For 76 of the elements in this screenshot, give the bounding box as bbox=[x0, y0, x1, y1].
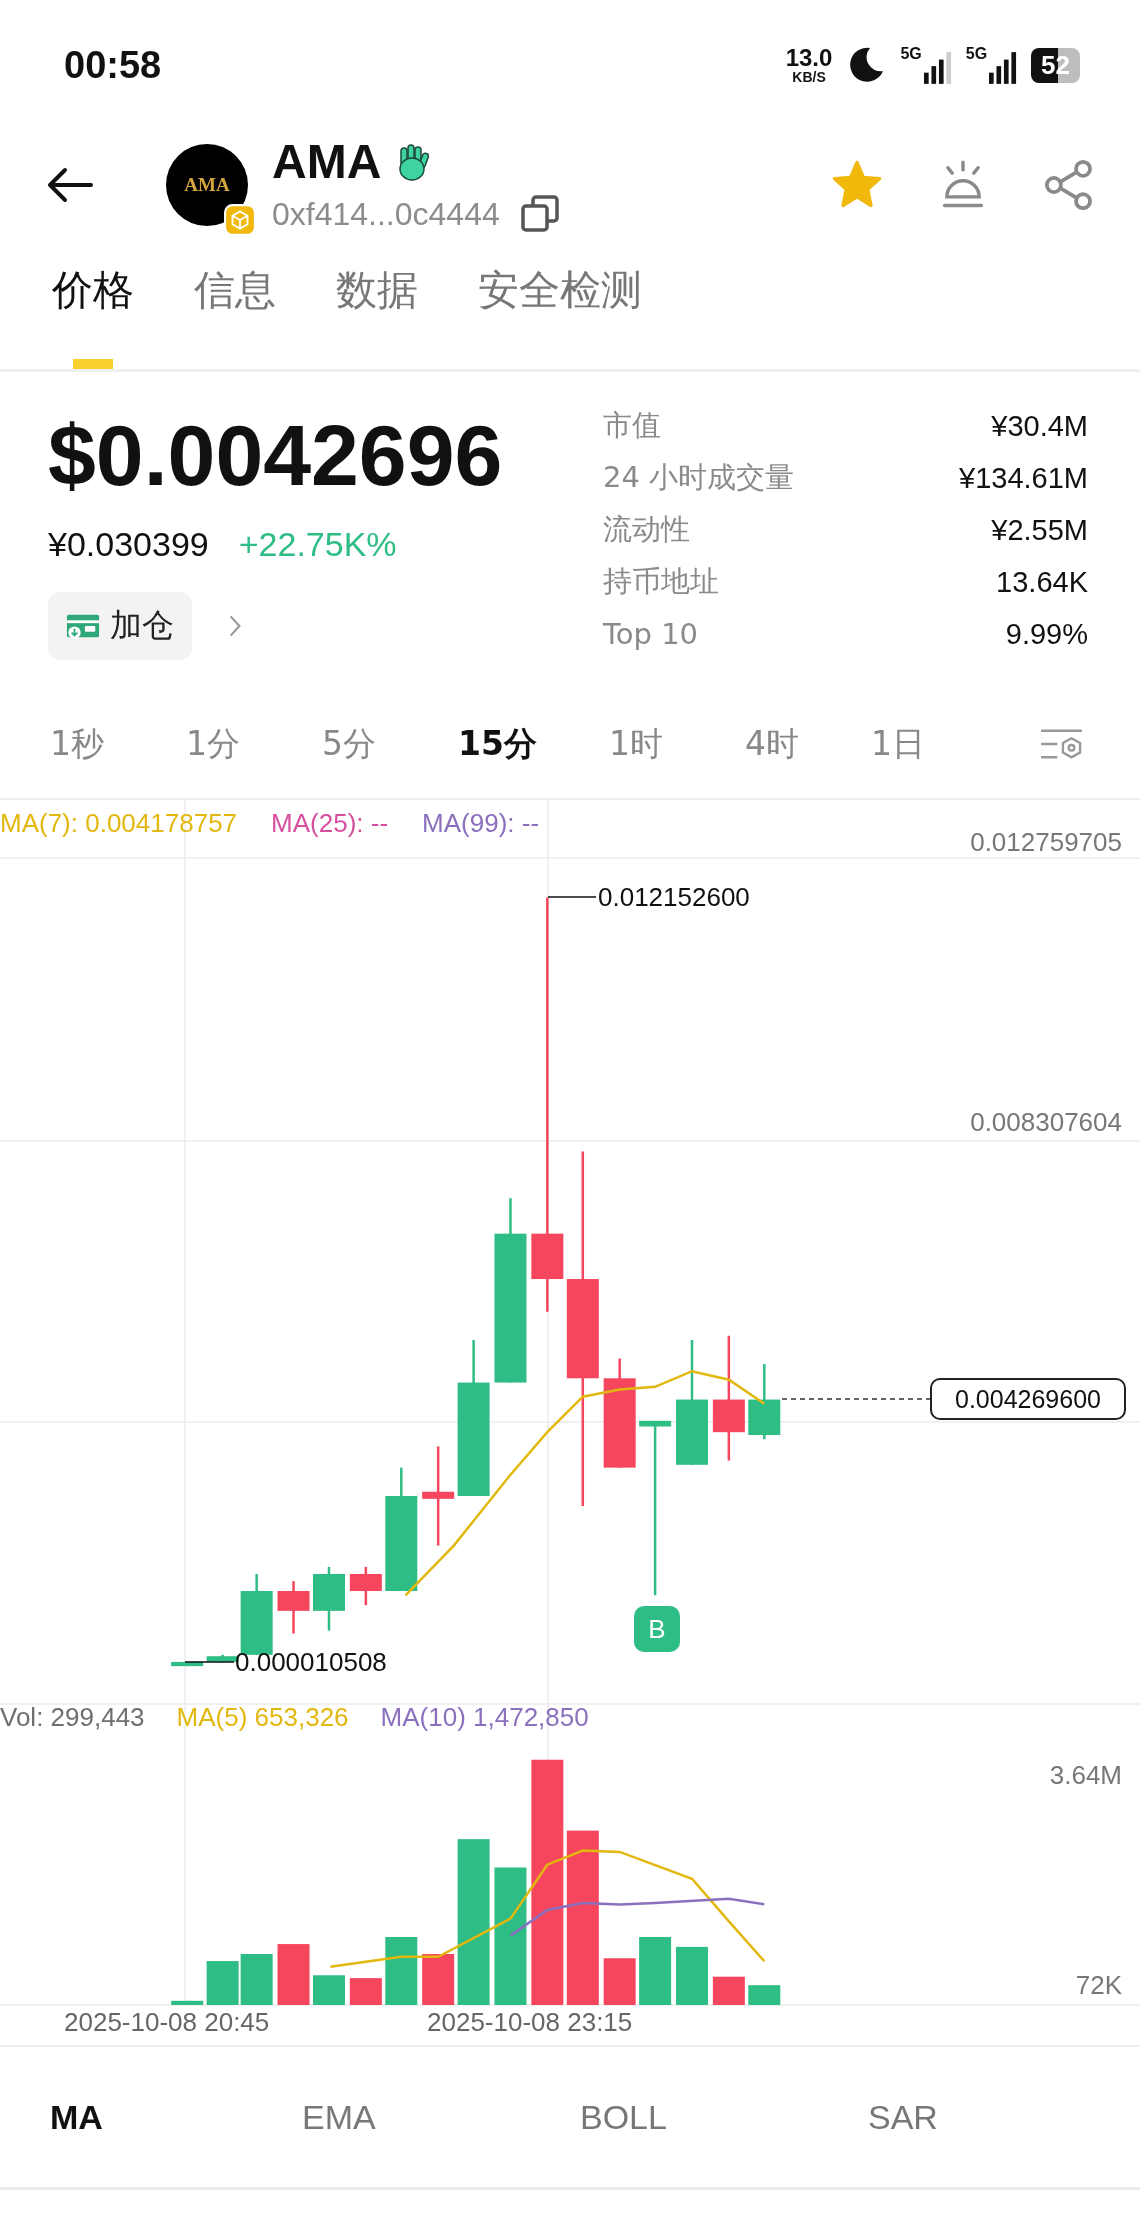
interval-tab[interactable]: 15分 bbox=[458, 721, 537, 767]
interval-tab[interactable]: 4时 bbox=[744, 721, 799, 767]
interval-tab[interactable]: 1分 bbox=[186, 721, 240, 767]
token-name: AMA bbox=[272, 135, 382, 189]
stat-value: ¥134.61M bbox=[959, 461, 1088, 495]
stat-value: 13.64K bbox=[996, 565, 1088, 599]
ma-legend-text: MA(25): -- bbox=[271, 808, 389, 839]
status-time: 00:58 bbox=[64, 43, 162, 87]
price-axis-label: 0.008307604 bbox=[970, 1107, 1122, 1138]
time-axis-label: 2025-10-08 20:45 bbox=[64, 2007, 270, 2038]
tab[interactable]: 数据 bbox=[336, 240, 418, 369]
interval-tab[interactable]: 1日 bbox=[870, 721, 925, 767]
volume-legend-text: MA(10) 1,472,850 bbox=[380, 1702, 589, 1733]
volume-bar bbox=[171, 2000, 204, 2005]
copy-icon[interactable] bbox=[519, 194, 560, 235]
low-price-label: 0.000010508 bbox=[235, 1647, 387, 1678]
volume-bar bbox=[240, 1954, 273, 2005]
stat-value: ¥2.55M bbox=[991, 513, 1088, 547]
indicator-tab[interactable]: BOLL bbox=[580, 2097, 868, 2137]
token-logo: AMA bbox=[166, 144, 248, 226]
volume-bar bbox=[349, 1978, 382, 2005]
signal-icon bbox=[989, 51, 1018, 85]
ma-legend-text: MA(7): 0.004178757 bbox=[0, 808, 238, 839]
contract-address: 0xf414...0c4444 bbox=[272, 195, 500, 233]
leader-line bbox=[547, 896, 597, 898]
interval-tab[interactable]: 1时 bbox=[608, 721, 663, 767]
volume-axis-label: 72K bbox=[1075, 1970, 1122, 2001]
volume-bar bbox=[206, 1961, 239, 2005]
current-price-tag: 0.004269600 bbox=[930, 1378, 1126, 1420]
tab[interactable]: 安全检测 bbox=[478, 240, 642, 369]
network-type-label: 5G bbox=[900, 45, 922, 63]
candle bbox=[277, 1581, 310, 1634]
stat-value: 9.99% bbox=[1005, 617, 1088, 651]
network-type-label: 5G bbox=[965, 45, 988, 63]
interval-tab[interactable]: 1秒 bbox=[50, 721, 104, 767]
tab[interactable]: 信息 bbox=[194, 240, 276, 369]
volume-legend-text: Vol: 299,443 bbox=[0, 1702, 145, 1733]
tab[interactable]: 价格 bbox=[52, 240, 134, 369]
interval-tab[interactable]: 5分 bbox=[322, 721, 376, 767]
candle bbox=[171, 1661, 204, 1667]
stat-label: 流动性 bbox=[603, 511, 690, 548]
time-axis-label: 2025-10-08 23:15 bbox=[427, 2007, 633, 2038]
candle bbox=[349, 1566, 382, 1606]
volume-bar bbox=[676, 1946, 708, 2005]
volume-bar bbox=[748, 1985, 781, 2005]
indicator-tab[interactable]: EMA bbox=[302, 2097, 580, 2137]
stat-label: 市值 bbox=[603, 407, 661, 444]
price-change: +22.75K% bbox=[238, 524, 397, 564]
signal-icon bbox=[923, 51, 952, 85]
volume-bar bbox=[277, 1944, 310, 2005]
volume-bar bbox=[603, 1958, 636, 2005]
ma-legend-text: MA(99): -- bbox=[422, 808, 540, 839]
leader-line bbox=[184, 1661, 235, 1663]
cube-badge-icon bbox=[224, 204, 256, 236]
buy-marker: B bbox=[634, 1606, 680, 1652]
volume-bar bbox=[313, 1975, 345, 2005]
price-usd: $0.0042696 bbox=[48, 408, 503, 503]
volume-axis-label: 3.64M bbox=[1049, 1760, 1122, 1791]
stat-label: Top 10 bbox=[603, 617, 699, 651]
network-speed: 13.0 bbox=[785, 46, 833, 70]
volume-legend-text: MA(5) 653,326 bbox=[176, 1702, 349, 1733]
indicator-tab[interactable]: MA bbox=[50, 2097, 302, 2137]
candle bbox=[313, 1566, 345, 1631]
volume-bar bbox=[385, 1937, 418, 2005]
stat-label: 持币地址 bbox=[603, 563, 719, 600]
indicator-tab[interactable]: SAR bbox=[868, 2097, 1138, 2137]
volume-bar bbox=[422, 1954, 455, 2005]
volume-bar bbox=[712, 1976, 745, 2005]
add-position-button[interactable]: 加仓 bbox=[48, 591, 192, 660]
high-price-label: 0.012152600 bbox=[598, 882, 750, 913]
price-cny: ¥0.030399 bbox=[48, 524, 209, 564]
stat-value: ¥30.4M bbox=[991, 409, 1088, 443]
volume-bar bbox=[639, 1937, 672, 2005]
network-speed-unit: KB/S bbox=[792, 70, 826, 84]
stat-label: 24 小时成交量 bbox=[603, 459, 795, 496]
price-axis-label: 0.012759705 bbox=[970, 827, 1122, 858]
